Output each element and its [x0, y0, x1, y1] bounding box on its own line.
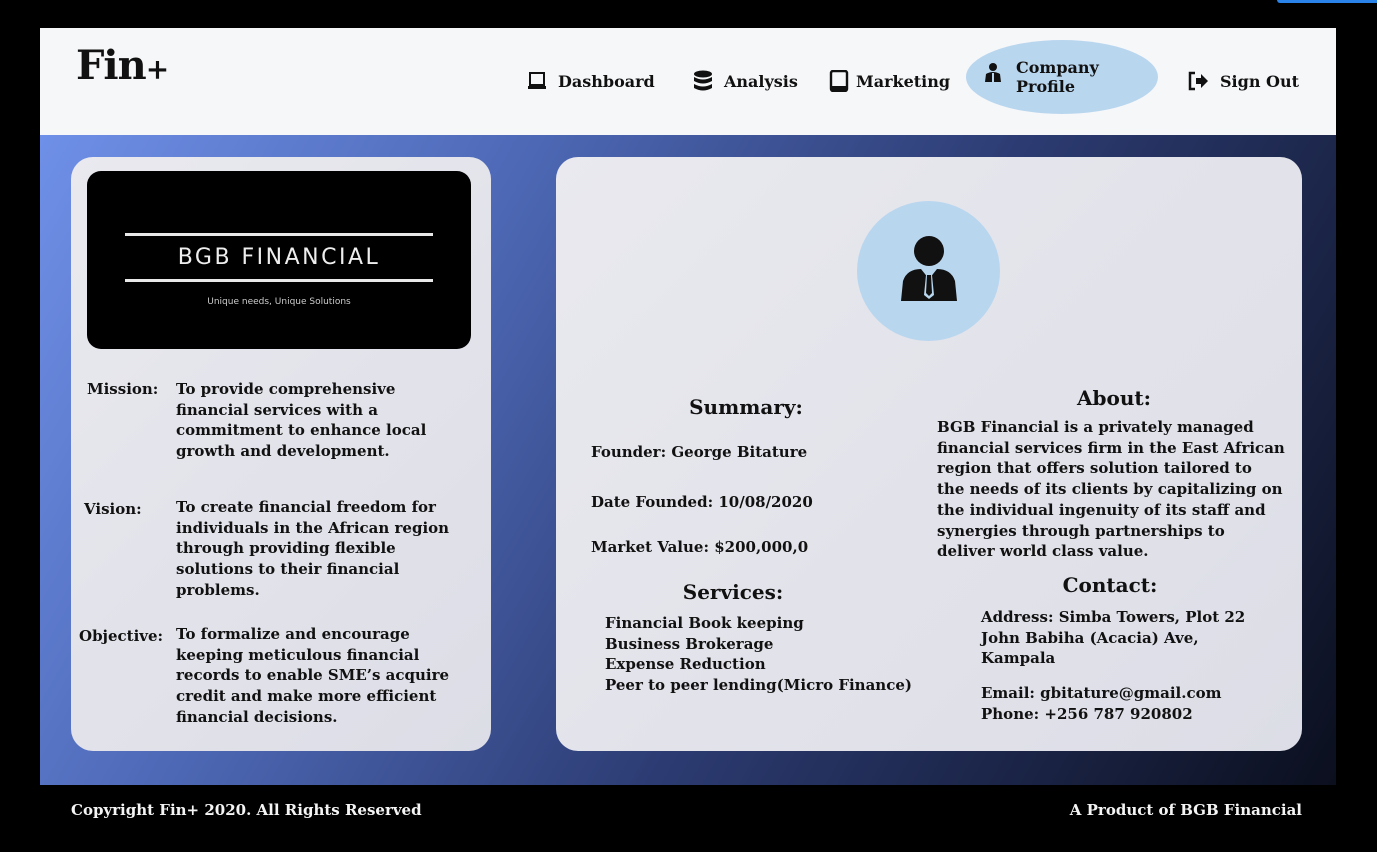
nav-dashboard-label: Dashboard	[558, 71, 655, 91]
tablet-icon	[828, 70, 850, 92]
company-statements-card: BGB FINANCIAL Unique needs, Unique Solut…	[71, 157, 491, 751]
brand-plus: +	[145, 53, 169, 86]
address-line: Address: Simba Towers, Plot 22	[981, 608, 1246, 626]
navbar: Fin+ Dashboard Analysis Marketing Compan	[40, 28, 1336, 135]
footer-product: A Product of BGB Financial	[1069, 801, 1302, 819]
vision-label: Vision:	[84, 500, 142, 518]
about-line: financial services firm in the East Afri…	[937, 438, 1285, 457]
brand-name: Fin	[76, 42, 147, 89]
businessman-icon	[899, 235, 959, 307]
services-heading: Services:	[682, 580, 784, 604]
company-profile-card: Summary: Founder: George Bitature Date F…	[556, 157, 1302, 751]
address-line: John Babiha (Acacia) Ave,	[981, 628, 1199, 647]
mission-label: Mission:	[87, 380, 159, 398]
about-line: the needs of its clients by capitalizing…	[937, 480, 1283, 499]
nav-company-profile-label: Company Profile	[1016, 58, 1099, 96]
address-line: Kampala	[981, 649, 1056, 668]
nav-sign-out[interactable]: Sign Out	[1188, 68, 1299, 94]
nav-marketing[interactable]: Marketing	[828, 68, 950, 94]
users-icon	[982, 62, 1004, 84]
main-content: BGB FINANCIAL Unique needs, Unique Solut…	[40, 135, 1336, 785]
about-heading: About:	[1076, 386, 1151, 410]
market-value-text: Market Value: $200,000,0	[591, 538, 809, 556]
nav-analysis[interactable]: Analysis	[692, 68, 798, 94]
about-line: deliver world class value.	[937, 542, 1149, 561]
brand-logo[interactable]: Fin+	[76, 42, 169, 89]
founder-text: Founder: George Bitature	[591, 443, 808, 461]
objective-label: Objective:	[79, 627, 164, 645]
date-founded-text: Date Founded: 10/08/2020	[591, 493, 813, 511]
about-line: synergies through partnerships to	[937, 521, 1225, 540]
company-logo: BGB FINANCIAL Unique needs, Unique Solut…	[87, 171, 471, 349]
contact-heading: Contact:	[1062, 573, 1158, 597]
summary-heading: Summary:	[689, 395, 803, 419]
footer-copyright: Copyright Fin+ 2020. All Rights Reserved	[71, 801, 422, 819]
laptop-icon	[526, 70, 548, 92]
service-item: Business Brokerage	[605, 634, 774, 653]
logo-top-rule	[125, 233, 433, 236]
service-item: Expense Reduction	[605, 655, 766, 674]
logo-tagline: Unique needs, Unique Solutions	[207, 297, 351, 307]
about-line: BGB Financial is a privately managed	[937, 418, 1254, 436]
service-item: Peer to peer lending(Micro Finance)	[605, 676, 912, 695]
nav-analysis-label: Analysis	[724, 71, 798, 91]
logo-name: BGB FINANCIAL	[177, 245, 381, 270]
contact-phone[interactable]: Phone: +256 787 920802	[981, 704, 1291, 725]
avatar	[857, 201, 1000, 341]
database-icon	[692, 70, 714, 92]
app-frame: Fin+ Dashboard Analysis Marketing Compan	[40, 28, 1336, 785]
about-line: region that offers solution tailored to	[937, 459, 1252, 478]
nav-dashboard[interactable]: Dashboard	[526, 68, 655, 94]
about-text: BGB Financial is a privately managed fin…	[937, 417, 1297, 562]
nav-marketing-label: Marketing	[856, 71, 951, 91]
nav-sign-out-label: Sign Out	[1220, 71, 1299, 91]
objective-text: To formalize and encourage keeping metic…	[176, 625, 450, 726]
about-line: the individual ingenuity of its staff an…	[937, 500, 1266, 519]
sign-out-icon	[1188, 70, 1210, 92]
service-item: Financial Book keeping	[605, 614, 804, 632]
vision-text: To create financial freedom for individu…	[176, 498, 450, 599]
contact-email[interactable]: Email: gbitature@gmail.com	[981, 683, 1291, 704]
contact-details: Email: gbitature@gmail.com Phone: +256 7…	[981, 683, 1291, 724]
nav-company-profile[interactable]: Company Profile	[966, 40, 1158, 114]
services-list: Financial Book keeping Business Brokerag…	[605, 613, 935, 696]
contact-address: Address: Simba Towers, Plot 22 John Babi…	[981, 607, 1291, 669]
mission-text: To provide comprehensive financial servi…	[176, 380, 427, 461]
logo-bottom-rule	[125, 279, 433, 282]
top-right-tab-edge	[1277, 0, 1377, 3]
